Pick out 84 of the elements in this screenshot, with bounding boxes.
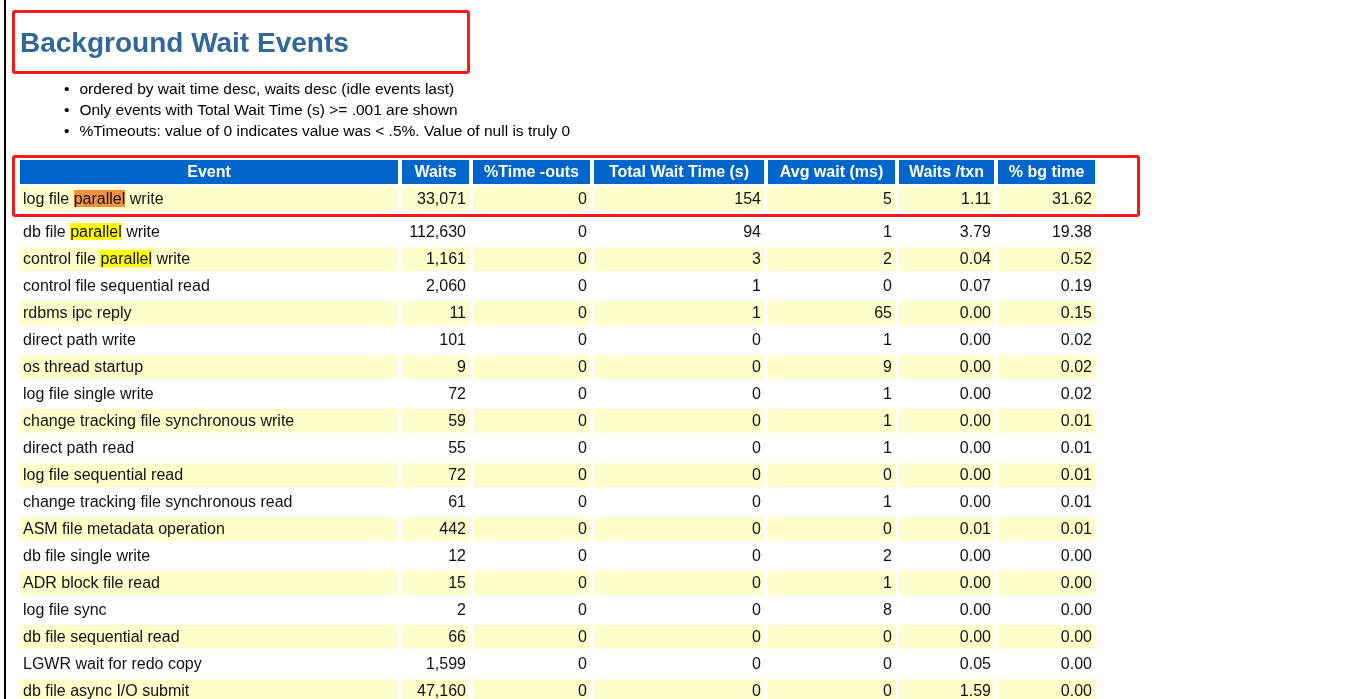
event-cell: db file sequential read — [20, 625, 398, 649]
table-cell: 154 — [594, 187, 764, 211]
event-cell: os thread startup — [20, 355, 398, 379]
table-cell: 0 — [473, 409, 590, 433]
table-cell: 0.00 — [899, 463, 994, 487]
table-cell: 11 — [402, 301, 469, 325]
note-text: ordered by wait time desc, waits desc (idle events last) — [79, 79, 455, 99]
note-text: %Timeouts: value of 0 indicates value was < .5%. Value of null is truly 0 — [79, 121, 571, 141]
column-header: Avg wait (ms) — [768, 160, 895, 184]
table-cell: 0.00 — [899, 301, 994, 325]
table-cell: 0 — [473, 679, 590, 699]
table-cell: 0.52 — [998, 247, 1095, 271]
table-cell: 33,071 — [402, 187, 469, 211]
table-cell: 0.00 — [899, 571, 994, 595]
event-cell: log file parallel write — [20, 187, 398, 211]
table-cell: 0 — [594, 463, 764, 487]
table-cell: 5 — [768, 187, 895, 211]
table-cell: 0 — [473, 187, 590, 211]
table-cell: 65 — [768, 301, 895, 325]
table-cell: 0.00 — [899, 625, 994, 649]
table-cell: 0 — [594, 571, 764, 595]
table-cell: 0 — [768, 679, 895, 699]
table-cell: 0 — [473, 355, 590, 379]
table-cell: 0.04 — [899, 247, 994, 271]
table-cell: 0 — [473, 625, 590, 649]
table-cell: 0.01 — [899, 517, 994, 541]
note-text: Only events with Total Wait Time (s) >= .001 are shown — [79, 100, 458, 120]
table-cell: 0 — [768, 463, 895, 487]
table-cell: 47,160 — [402, 679, 469, 699]
event-cell: change tracking file synchronous write — [20, 409, 398, 433]
table-cell: 442 — [402, 517, 469, 541]
table-cell: 0 — [473, 247, 590, 271]
table-cell: 0 — [594, 679, 764, 699]
bullet: • — [64, 121, 70, 141]
table-cell: 0.00 — [998, 571, 1095, 595]
table-cell: 0.00 — [998, 625, 1095, 649]
event-cell: ADR block file read — [20, 571, 398, 595]
table-cell: 0.01 — [998, 517, 1095, 541]
column-header: %Time -outs — [473, 160, 590, 184]
table-cell: 1,161 — [402, 247, 469, 271]
table-cell: 0 — [768, 625, 895, 649]
event-cell: control file parallel write — [20, 247, 398, 271]
event-cell: rdbms ipc reply — [20, 301, 398, 325]
table-cell: 0.01 — [998, 409, 1095, 433]
column-header: % bg time — [998, 160, 1095, 184]
section-title: Background Wait Events — [19, 26, 349, 60]
column-header: Total Wait Time (s) — [594, 160, 764, 184]
table-cell: 0.00 — [998, 679, 1095, 699]
table-cell: 66 — [402, 625, 469, 649]
table-cell: 59 — [402, 409, 469, 433]
bullet: • — [64, 79, 70, 99]
table-cell: 1.11 — [899, 187, 994, 211]
table-cell: 0 — [594, 625, 764, 649]
table-cell: 1 — [594, 301, 764, 325]
table-cell: 0 — [473, 571, 590, 595]
table-cell: 31.62 — [998, 187, 1095, 211]
column-header: Event — [20, 160, 398, 184]
table-cell: 9 — [768, 355, 895, 379]
event-cell: db file async I/O submit — [20, 679, 398, 699]
table-cell: 1 — [768, 571, 895, 595]
table-cell: 0.00 — [899, 409, 994, 433]
table-cell: 1 — [768, 409, 895, 433]
table-cell: 3 — [594, 247, 764, 271]
bullet: • — [64, 100, 70, 120]
event-cell: log file sequential read — [20, 463, 398, 487]
table-cell: 0.00 — [899, 355, 994, 379]
table-cell: 0.15 — [998, 301, 1095, 325]
event-cell: ASM file metadata operation — [20, 517, 398, 541]
table-cell: 15 — [402, 571, 469, 595]
table-cell: 0 — [473, 463, 590, 487]
table-cell: 0 — [594, 355, 764, 379]
table-cell: 0 — [473, 301, 590, 325]
table-cell: 0 — [473, 517, 590, 541]
table-cell: 0.01 — [998, 463, 1095, 487]
table-cell: 0 — [594, 409, 764, 433]
column-header: Waits /txn — [899, 160, 994, 184]
table-cell: 0.02 — [998, 355, 1095, 379]
column-header: Waits — [402, 160, 469, 184]
table-cell: 9 — [402, 355, 469, 379]
table-cell: 2 — [768, 247, 895, 271]
table-cell: 0 — [768, 517, 895, 541]
table-cell: 72 — [402, 463, 469, 487]
table-cell: 0 — [594, 517, 764, 541]
table-cell: 1.59 — [899, 679, 994, 699]
